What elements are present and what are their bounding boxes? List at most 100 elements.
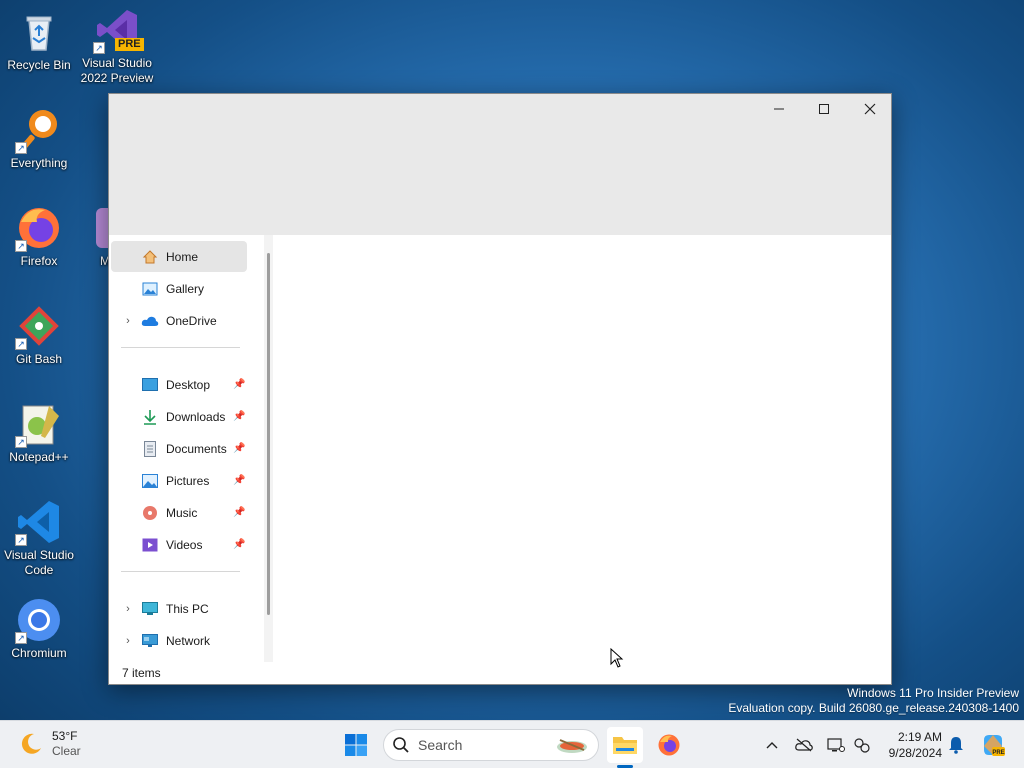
firefox-icon: ↗ — [15, 204, 63, 252]
nav-item-this-pc[interactable]: › This PC — [111, 593, 247, 624]
pin-icon[interactable]: 📌 — [233, 411, 245, 422]
clock-date: 9/28/2024 — [888, 746, 942, 760]
nav-item-pictures[interactable]: Pictures 📌 — [111, 465, 247, 496]
nav-item-label: Music — [166, 505, 198, 520]
minimize-icon — [774, 108, 784, 110]
shortcut-arrow-icon: ↗ — [15, 240, 27, 252]
taskbar-clock[interactable]: 2:19 AM 9/28/2024 — [880, 729, 942, 761]
pin-icon[interactable]: 📌 — [233, 443, 245, 454]
onedrive-offline-icon[interactable] — [793, 734, 815, 756]
nav-item-label: Home — [166, 249, 199, 264]
nav-item-music[interactable]: Music 📌 — [111, 497, 247, 528]
show-hidden-icons-chevron-icon[interactable] — [761, 734, 783, 756]
pin-icon[interactable]: 📌 — [233, 539, 245, 550]
svg-text:PRE: PRE — [992, 750, 1004, 756]
status-bar-item-count: 7 items — [122, 666, 161, 680]
desktop-icon-chromium[interactable]: ↗ Chromium — [0, 596, 78, 661]
pictures-icon — [141, 473, 159, 489]
nav-item-label: Desktop — [166, 377, 211, 392]
search-label: Search — [418, 737, 463, 753]
nav-item-label: This PC — [166, 601, 209, 616]
nav-item-documents[interactable]: Documents 📌 — [111, 433, 247, 464]
desktop-icon-label: Everything — [10, 156, 68, 170]
this-pc-icon — [141, 601, 159, 617]
weather-widget[interactable]: 53°F Clear — [18, 729, 81, 759]
shortcut-arrow-icon: ↗ — [15, 338, 27, 350]
network-icon — [141, 633, 159, 649]
desktop-icon-label: Visual Studio Code — [4, 548, 74, 577]
display-icon[interactable] — [825, 734, 847, 756]
weather-temperature: 53°F — [52, 729, 78, 743]
copilot-icon[interactable]: PRE — [980, 732, 1006, 758]
pin-icon[interactable]: 📌 — [233, 507, 245, 518]
onedrive-icon — [141, 313, 159, 329]
nav-item-label: Videos — [166, 537, 203, 552]
nav-item-gallery[interactable]: Gallery — [111, 273, 247, 304]
desktop-folder-icon — [141, 377, 159, 393]
notepad-plus-plus-icon: ↗ — [15, 400, 63, 448]
nav-item-onedrive[interactable]: › OneDrive — [111, 305, 247, 336]
network-settings-icon[interactable] — [851, 734, 873, 756]
nav-item-label: Network — [166, 633, 211, 648]
home-icon — [141, 249, 159, 265]
desktop-icon-notepad-plus-plus[interactable]: ↗ Notepad++ — [0, 400, 78, 465]
pre-badge: PRE — [115, 38, 144, 51]
nav-item-label: Documents — [166, 441, 227, 456]
partial-app-icon — [92, 204, 108, 252]
desktop-icon-label: Chromium — [11, 646, 67, 660]
maximize-button[interactable] — [801, 94, 847, 124]
file-explorer-window[interactable]: Home Gallery › OneDrive Desktop 📌 Downlo… — [108, 93, 892, 685]
desktop-icon-partial[interactable]: M — [62, 204, 108, 269]
pin-icon[interactable]: 📌 — [233, 379, 245, 390]
navigation-pane: Home Gallery › OneDrive Desktop 📌 Downlo… — [109, 235, 264, 662]
desktop-icon-everything[interactable]: ↗ Everything — [0, 106, 78, 171]
taskbar-search-box[interactable]: Search — [383, 729, 599, 761]
pin-icon[interactable]: 📌 — [233, 475, 245, 486]
chromium-icon: ↗ — [15, 596, 63, 644]
title-bar[interactable] — [109, 94, 891, 235]
start-button[interactable] — [338, 727, 374, 763]
shortcut-arrow-icon: ↗ — [15, 632, 27, 644]
visual-studio-icon: ↗ PRE — [93, 6, 144, 54]
desktop-icon-vscode[interactable]: ↗ Visual Studio Code — [0, 498, 78, 578]
nav-item-desktop[interactable]: Desktop 📌 — [111, 369, 247, 400]
vscode-icon: ↗ — [15, 498, 63, 546]
shortcut-arrow-icon: ↗ — [15, 436, 27, 448]
nav-item-network[interactable]: › Network — [111, 625, 247, 656]
nav-item-home[interactable]: Home — [111, 241, 247, 272]
desktop-icon-git-bash[interactable]: ↗ Git Bash — [0, 302, 78, 367]
gallery-icon — [141, 281, 159, 297]
nav-item-label: Downloads — [166, 409, 226, 424]
desktop-icon-label: Notepad++ — [9, 450, 69, 464]
content-pane[interactable] — [273, 235, 891, 662]
desktop-icon-label: Recycle Bin — [7, 58, 71, 72]
notification-bell-icon[interactable] — [945, 734, 967, 756]
windows-watermark: Windows 11 Pro Insider Preview Evaluatio… — [728, 686, 1019, 716]
watermark-edition: Windows 11 Pro Insider Preview — [847, 686, 1019, 700]
nav-item-downloads[interactable]: Downloads 📌 — [111, 401, 247, 432]
chevron-right-icon[interactable]: › — [119, 315, 137, 327]
minimize-button[interactable] — [756, 94, 802, 124]
close-button[interactable] — [847, 94, 893, 124]
file-explorer-icon — [613, 737, 637, 754]
desktop-icon-label: Visual Studio 2022 Preview — [80, 56, 154, 85]
desktop-icon-recycle-bin[interactable]: Recycle Bin — [0, 8, 78, 73]
nav-item-label: Pictures — [166, 473, 210, 488]
search-highlight-icon — [557, 739, 587, 753]
taskbar-file-explorer-button[interactable] — [607, 727, 643, 763]
music-icon — [141, 505, 159, 521]
desktop-icon-label: Git Bash — [15, 352, 63, 366]
desktop-icon-visual-studio-preview[interactable]: ↗ PRE Visual Studio 2022 Preview — [78, 6, 156, 86]
close-icon — [864, 103, 876, 115]
firefox-icon — [658, 734, 680, 756]
taskbar-firefox-button[interactable] — [651, 727, 687, 763]
chevron-right-icon[interactable]: › — [119, 635, 137, 647]
nav-item-videos[interactable]: Videos 📌 — [111, 529, 247, 560]
shortcut-arrow-icon: ↗ — [15, 534, 27, 546]
nav-item-label: Gallery — [166, 281, 205, 296]
chevron-right-icon[interactable]: › — [119, 603, 137, 615]
mouse-cursor-icon — [610, 647, 624, 672]
scrollbar-thumb[interactable] — [267, 253, 270, 615]
navigation-scrollbar[interactable] — [264, 235, 273, 662]
desktop-icon-label: M — [100, 254, 108, 268]
